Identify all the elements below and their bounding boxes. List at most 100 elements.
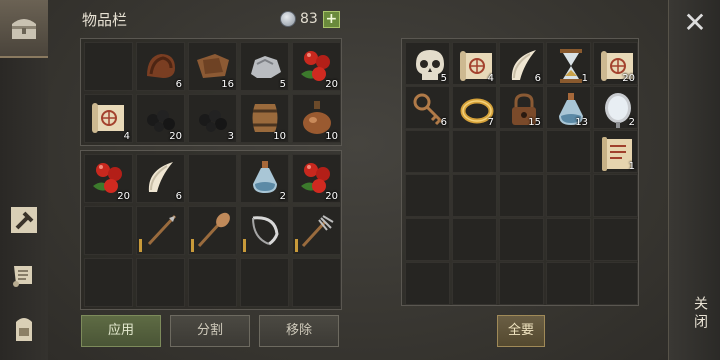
backpack-icon[interactable]: [6, 310, 42, 346]
inventory-slot[interactable]: 20: [292, 154, 341, 203]
inventory-slot[interactable]: [292, 258, 341, 307]
inventory-slot[interactable]: [188, 258, 237, 307]
close-label[interactable]: 关闭: [680, 296, 710, 332]
inventory-slot[interactable]: [499, 218, 544, 261]
inventory-slot[interactable]: [136, 258, 185, 307]
coin-icon: [280, 11, 296, 27]
inventory-slot[interactable]: 2: [593, 86, 638, 129]
crafting-icon[interactable]: [6, 202, 42, 238]
inventory-slot[interactable]: 10: [292, 94, 341, 143]
inventory-slot[interactable]: [546, 174, 591, 217]
inventory-slot[interactable]: [136, 206, 185, 255]
inventory-slot[interactable]: [546, 218, 591, 261]
inventory-slot[interactable]: 6: [136, 42, 185, 91]
inventory-slot[interactable]: 2: [240, 154, 289, 203]
inventory-slot[interactable]: [405, 130, 450, 173]
item-count: 1: [628, 161, 635, 172]
inventory-grid-bottom: 20 6 2 20: [80, 150, 342, 310]
container-grid: 5 4 6 1 20 6 7 15 13 2 1: [401, 38, 639, 306]
durability-bar: [295, 239, 298, 252]
item-count: 20: [325, 79, 338, 90]
page-title: 物品栏: [82, 11, 128, 29]
inventory-slot[interactable]: 6: [136, 154, 185, 203]
inventory-slot[interactable]: [405, 174, 450, 217]
inventory-slot[interactable]: [84, 42, 133, 91]
item-count: 16: [221, 79, 234, 90]
inventory-slot[interactable]: [405, 218, 450, 261]
inventory-slot[interactable]: 3: [188, 94, 237, 143]
add-coins-button[interactable]: +: [322, 10, 340, 28]
inventory-slot[interactable]: 1: [593, 130, 638, 173]
tab-inventory[interactable]: [0, 0, 48, 58]
inventory-slot[interactable]: [499, 130, 544, 173]
inventory-slot[interactable]: 20: [292, 42, 341, 91]
item-count: 20: [622, 73, 635, 84]
inventory-slot[interactable]: 20: [84, 154, 133, 203]
inventory-slot[interactable]: [452, 174, 497, 217]
item-count: 13: [575, 117, 588, 128]
sickle-icon: [252, 216, 279, 246]
inventory-slot[interactable]: [84, 258, 133, 307]
inventory-slot[interactable]: [593, 262, 638, 305]
inventory-slot[interactable]: [452, 130, 497, 173]
inventory-slot[interactable]: [452, 262, 497, 305]
inventory-slot[interactable]: 10: [240, 94, 289, 143]
close-icon[interactable]: ✕: [676, 6, 714, 44]
durability-bar: [243, 239, 246, 252]
left-sidebar: [0, 0, 48, 360]
shovel-icon: [197, 212, 230, 248]
inventory-slot[interactable]: 1: [546, 42, 591, 85]
item-count: 6: [175, 79, 182, 90]
split-button[interactable]: 分割: [170, 315, 250, 347]
item-count: 5: [279, 79, 286, 90]
inventory-slot[interactable]: [240, 206, 289, 255]
inventory-slot[interactable]: [84, 206, 133, 255]
inventory-grid-top: 6 16 5 20 4 20 3 10 10: [80, 38, 342, 146]
inventory-slot[interactable]: 4: [452, 42, 497, 85]
item-count: 7: [487, 117, 494, 128]
item-count: 2: [279, 191, 286, 202]
inventory-slot[interactable]: [593, 174, 638, 217]
inventory-slot[interactable]: 5: [405, 42, 450, 85]
inventory-slot[interactable]: 7: [452, 86, 497, 129]
inventory-slot[interactable]: [188, 154, 237, 203]
inventory-slot[interactable]: 4: [84, 94, 133, 143]
item-count: 5: [440, 73, 447, 84]
remove-button[interactable]: 移除: [259, 315, 339, 347]
item-count: 15: [528, 117, 541, 128]
inventory-slot[interactable]: 6: [405, 86, 450, 129]
apply-button[interactable]: 应用: [81, 315, 161, 347]
inventory-slot[interactable]: [499, 262, 544, 305]
item-count: 10: [325, 131, 338, 142]
item-count: 6: [440, 117, 447, 128]
inventory-slot[interactable]: 6: [499, 42, 544, 85]
inventory-slot[interactable]: 15: [499, 86, 544, 129]
item-count: 4: [123, 131, 130, 142]
inventory-slot[interactable]: [593, 218, 638, 261]
inventory-slot[interactable]: [452, 218, 497, 261]
take-all-button[interactable]: 全要: [497, 315, 545, 347]
inventory-slot[interactable]: [292, 206, 341, 255]
item-count: 6: [534, 73, 541, 84]
inventory-slot[interactable]: 13: [546, 86, 591, 129]
inventory-slot[interactable]: [546, 262, 591, 305]
inventory-slot[interactable]: [499, 174, 544, 217]
inventory-slot[interactable]: [240, 258, 289, 307]
inventory-slot[interactable]: 20: [593, 42, 638, 85]
scroll-icon[interactable]: [6, 256, 42, 292]
durability-bar: [139, 239, 142, 252]
inventory-slot[interactable]: [405, 262, 450, 305]
item-count: 2: [628, 117, 635, 128]
inventory-slot[interactable]: 16: [188, 42, 237, 91]
item-count: 20: [325, 191, 338, 202]
item-count: 20: [117, 191, 130, 202]
coin-count: 83: [300, 11, 318, 27]
spear-icon: [147, 214, 177, 246]
inventory-slot[interactable]: 20: [136, 94, 185, 143]
inventory-slot[interactable]: [188, 206, 237, 255]
inventory-slot[interactable]: [546, 130, 591, 173]
item-count: 20: [169, 131, 182, 142]
close-panel: ✕ 关闭: [668, 0, 720, 360]
inventory-slot[interactable]: 5: [240, 42, 289, 91]
chest-icon: [6, 10, 42, 46]
